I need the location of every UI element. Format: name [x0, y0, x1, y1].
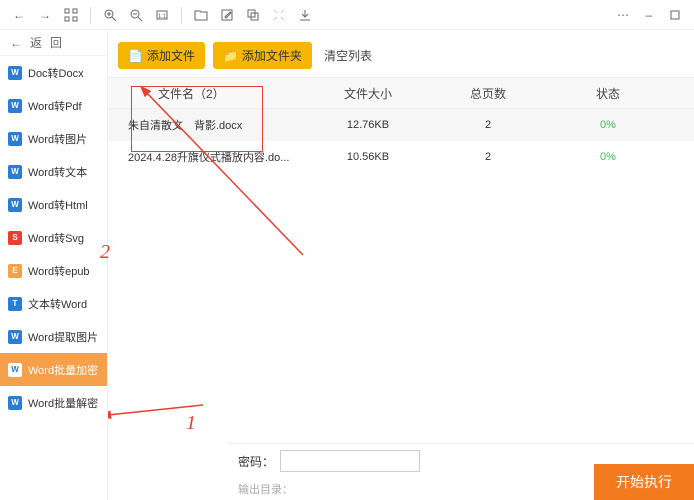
table-row[interactable]: 朱自清散文 背影.docx12.76KB20%	[108, 109, 694, 141]
sidebar-item-icon: W	[8, 330, 22, 344]
folder-icon[interactable]	[190, 4, 212, 26]
password-input[interactable]	[280, 450, 420, 472]
cell-size: 10.56KB	[308, 151, 428, 163]
expand-icon[interactable]	[268, 4, 290, 26]
copy-icon[interactable]	[242, 4, 264, 26]
sidebar-item-label: 文本转Word	[28, 296, 87, 312]
cell-status: 0%	[548, 119, 668, 131]
download-icon[interactable]	[294, 4, 316, 26]
col-header-status: 状态	[548, 85, 668, 102]
annotation-number-1: 1	[186, 412, 196, 435]
sidebar: ← 返 回 W Doc转Docx W Word转Pdf W Word转图片 W Word转文本…	[0, 30, 108, 500]
cell-size: 12.76KB	[308, 119, 428, 131]
password-label: 密码：	[238, 453, 274, 470]
sidebar-back-label: 返	[30, 34, 42, 51]
content-area: 📄 添加文件 📁 添加文件夹 清空列表 文件名（2） 文件大小 总页数 状态 朱…	[108, 30, 694, 500]
maximize-icon[interactable]	[664, 4, 686, 26]
col-header-pages: 总页数	[428, 85, 548, 102]
sidebar-item-1[interactable]: W Word转Pdf	[0, 89, 107, 122]
sidebar-item-2[interactable]: W Word转图片	[0, 122, 107, 155]
sidebar-item-6[interactable]: E Word转epub	[0, 254, 107, 287]
file-plus-icon: 📄	[128, 49, 143, 63]
sidebar-item-label: Word批量加密	[28, 362, 98, 378]
edit-icon[interactable]	[216, 4, 238, 26]
clear-list-button[interactable]: 清空列表	[324, 47, 372, 64]
sidebar-item-icon: W	[8, 66, 22, 80]
sidebar-item-label: Word转文本	[28, 164, 87, 180]
folder-plus-icon: 📁	[223, 49, 238, 63]
sidebar-item-icon: W	[8, 99, 22, 113]
zoom-in-icon[interactable]	[99, 4, 121, 26]
sidebar-item-5[interactable]: S Word转Svg	[0, 221, 107, 254]
more-icon[interactable]: ⋯	[612, 4, 634, 26]
cell-name: 2024.4.28升旗仪式播放内容.do...	[108, 149, 308, 165]
grid-icon[interactable]	[60, 4, 82, 26]
run-button[interactable]: 开始执行	[594, 464, 694, 500]
svg-text:1:1: 1:1	[158, 14, 167, 20]
sidebar-item-4[interactable]: W Word转Html	[0, 188, 107, 221]
sidebar-item-label: Word提取图片	[28, 329, 98, 345]
add-folder-button[interactable]: 📁 添加文件夹	[213, 42, 312, 69]
sidebar-item-label: Word转epub	[28, 263, 90, 279]
bottom-strip: 输出目录：	[228, 478, 604, 500]
zoom-out-icon[interactable]	[125, 4, 147, 26]
back-arrow-icon[interactable]: ←	[10, 36, 22, 50]
sidebar-item-icon: W	[8, 363, 22, 377]
sidebar-item-label: Word转图片	[28, 131, 87, 147]
cell-status: 0%	[548, 151, 668, 163]
minimize-icon[interactable]: –	[638, 4, 660, 26]
sidebar-nav: ← 返 回	[0, 30, 107, 56]
sidebar-item-icon: S	[8, 231, 22, 245]
sidebar-item-icon: T	[8, 297, 22, 311]
sidebar-item-icon: E	[8, 264, 22, 278]
sidebar-item-label: Word转Pdf	[28, 98, 82, 114]
col-header-name: 文件名（2）	[108, 85, 308, 102]
top-toolbar: ← → 1:1 ⋯ –	[0, 0, 694, 30]
sidebar-item-icon: W	[8, 132, 22, 146]
sidebar-item-label: Word批量解密	[28, 395, 98, 411]
cell-pages: 2	[428, 119, 548, 131]
add-file-button[interactable]: 📄 添加文件	[118, 42, 205, 69]
sidebar-item-label: Word转Svg	[28, 230, 84, 246]
fit-icon[interactable]: 1:1	[151, 4, 173, 26]
col-header-size: 文件大小	[308, 85, 428, 102]
sidebar-refresh-label: 回	[50, 34, 62, 51]
sidebar-item-icon: W	[8, 165, 22, 179]
sidebar-item-icon: W	[8, 198, 22, 212]
sidebar-item-10[interactable]: W Word批量解密	[0, 386, 107, 419]
sidebar-item-label: Word转Html	[28, 197, 88, 213]
sidebar-item-icon: W	[8, 396, 22, 410]
sidebar-item-7[interactable]: T 文本转Word	[0, 287, 107, 320]
sidebar-item-3[interactable]: W Word转文本	[0, 155, 107, 188]
cell-pages: 2	[428, 151, 548, 163]
action-bar: 📄 添加文件 📁 添加文件夹 清空列表	[108, 30, 694, 77]
sidebar-item-9[interactable]: W Word批量加密	[0, 353, 107, 386]
table-body: 朱自清散文 背影.docx12.76KB20%2024.4.28升旗仪式播放内容…	[108, 109, 694, 173]
forward-icon[interactable]: →	[34, 4, 56, 26]
table-row[interactable]: 2024.4.28升旗仪式播放内容.do...10.56KB20%	[108, 141, 694, 173]
back-icon[interactable]: ←	[8, 4, 30, 26]
table-header: 文件名（2） 文件大小 总页数 状态	[108, 77, 694, 109]
sidebar-item-8[interactable]: W Word提取图片	[0, 320, 107, 353]
cell-name: 朱自清散文 背影.docx	[108, 117, 308, 133]
sidebar-item-0[interactable]: W Doc转Docx	[0, 56, 107, 89]
sidebar-item-label: Doc转Docx	[28, 65, 84, 81]
output-dir-label: 输出目录：	[238, 481, 293, 497]
